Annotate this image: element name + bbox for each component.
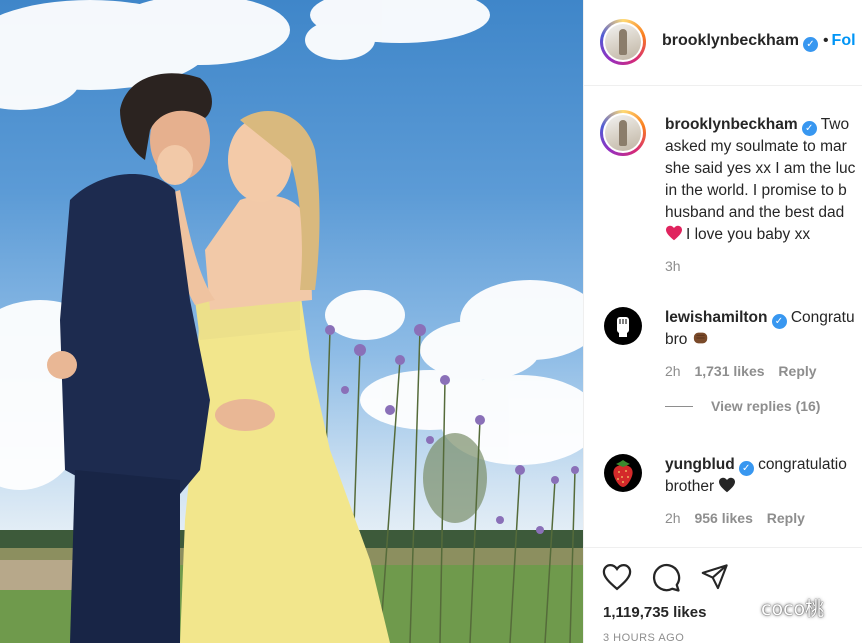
author-username[interactable]: brooklynbeckham	[662, 32, 799, 49]
comment-likes[interactable]: 956 likes	[694, 510, 752, 526]
caption-line: in the world. I promise to b	[665, 182, 847, 199]
reply-button[interactable]: Reply	[778, 363, 816, 379]
comment: yungblud ✓ congratulatio brother 2h 956 l…	[665, 454, 862, 526]
replies-divider	[665, 406, 693, 407]
comment-timestamp[interactable]: 2h	[665, 363, 681, 379]
verified-icon: ✓	[801, 121, 817, 136]
wechat-icon	[727, 597, 757, 618]
caption: brooklynbeckham ✓ Two asked my soulmate t…	[665, 114, 862, 274]
black-heart-icon	[719, 477, 736, 493]
commenter-avatar[interactable]	[604, 307, 642, 345]
verified-icon: ✓	[738, 461, 754, 476]
author-avatar-image	[605, 24, 641, 60]
caption-line: she said yes xx I am the luc	[665, 160, 856, 177]
verified-icon: ✓	[771, 314, 787, 329]
post-panel: brooklynbeckham ✓ • Fol brooklynbeckham ✓ Tw…	[583, 0, 862, 643]
like-heart-icon[interactable]	[602, 563, 632, 591]
fist-bump-icon	[693, 332, 707, 344]
separator-dot: •	[822, 32, 829, 49]
commenter-avatar[interactable]	[604, 454, 642, 492]
reply-button[interactable]: Reply	[767, 510, 805, 526]
caption-username[interactable]: brooklynbeckham	[665, 116, 798, 133]
post-photo[interactable]	[0, 0, 583, 643]
caption-timestamp[interactable]: 3h	[665, 258, 862, 274]
caption-line: asked my soulmate to mar	[665, 138, 847, 155]
likes-count[interactable]: 1,119,735 likes	[603, 604, 706, 621]
caption-line: I love you baby xx	[686, 226, 811, 243]
watermark-text: coco桃	[761, 598, 825, 620]
strawberry-icon	[613, 460, 633, 487]
view-replies-label: View replies (16)	[711, 398, 821, 414]
caption-line: husband and the best dad	[665, 204, 845, 221]
red-heart-icon	[666, 225, 682, 241]
photo-illustration	[0, 0, 583, 643]
fist-icon	[617, 317, 629, 337]
follow-button[interactable]: Fol	[832, 32, 856, 49]
post-header: brooklynbeckham ✓ • Fol	[584, 0, 862, 86]
comment-username[interactable]: lewishamilton	[665, 309, 768, 326]
author-avatar[interactable]	[600, 19, 646, 65]
comment-text: Congratu	[790, 309, 855, 326]
comment-username[interactable]: yungblud	[665, 456, 735, 473]
comment: lewishamilton ✓ Congratu bro 2h 1,731 lik…	[665, 307, 862, 414]
caption-avatar-image	[605, 115, 641, 151]
caption-avatar[interactable]	[600, 110, 646, 156]
verified-icon: ✓	[802, 37, 818, 52]
caption-line: Two	[820, 116, 850, 133]
comment-bubble-icon[interactable]	[651, 563, 681, 593]
comment-text: brother	[665, 478, 715, 495]
comment-text: bro	[665, 331, 688, 348]
comment-text: congratulatio	[758, 456, 847, 473]
share-send-icon[interactable]	[700, 563, 730, 591]
post-time-ago[interactable]: 3 HOURS AGO	[603, 632, 684, 643]
view-replies-button[interactable]: View replies (16)	[665, 398, 862, 414]
watermark: coco桃	[727, 594, 824, 621]
comment-timestamp[interactable]: 2h	[665, 510, 681, 526]
comment-likes[interactable]: 1,731 likes	[694, 363, 764, 379]
